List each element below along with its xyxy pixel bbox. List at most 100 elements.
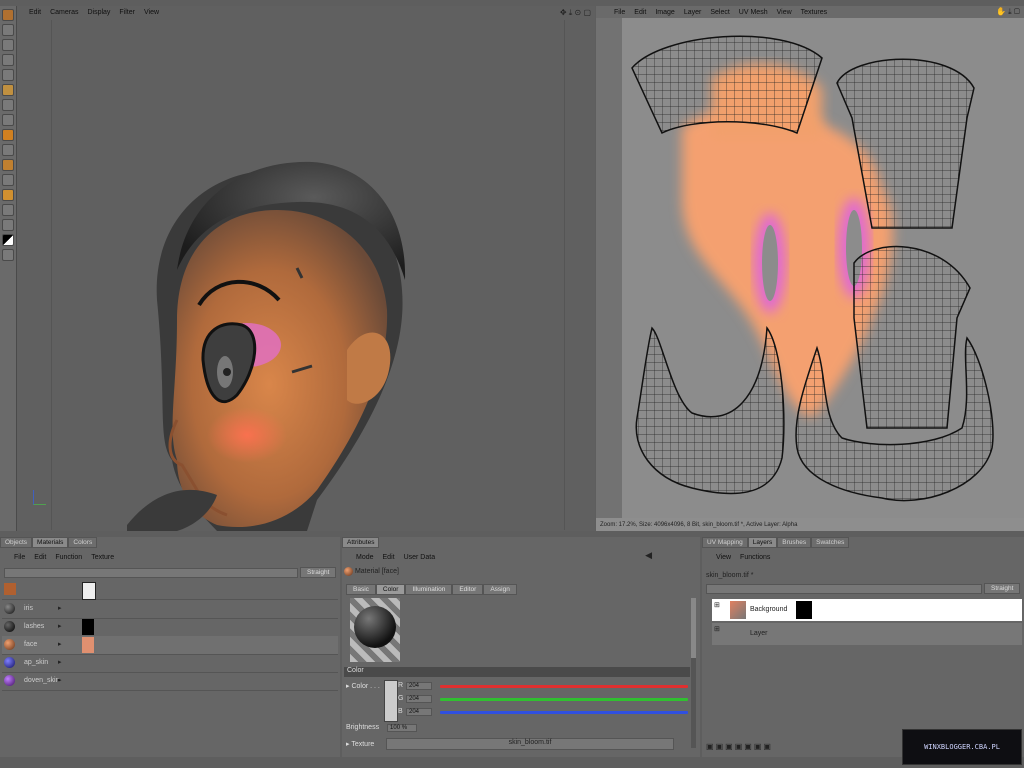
color-swatch-icon[interactable] [2, 234, 14, 246]
materials-menu-function[interactable]: Function [55, 554, 82, 561]
texture-nav-icons[interactable]: ✋ ⤓ ▢ [996, 7, 1020, 17]
brush-icon[interactable] [2, 84, 14, 96]
texture-menu-image[interactable]: Image [655, 9, 674, 16]
magnifier-icon[interactable] [2, 219, 14, 231]
subtab-illumination[interactable]: Illumination [405, 584, 453, 595]
tab-brushes[interactable]: Brushes [777, 537, 812, 548]
red-value-input[interactable]: 204 [406, 682, 432, 690]
back-arrow-icon[interactable]: ◀ [645, 550, 652, 561]
materials-mode-dropdown[interactable]: Straight [300, 567, 337, 578]
viewport-menu: Edit Cameras Display Filter View [29, 6, 159, 18]
materials-menu-file[interactable]: File [14, 554, 25, 561]
texture-menu-file[interactable]: File [614, 9, 625, 16]
viewport-menu-filter[interactable]: Filter [119, 9, 135, 16]
select-rect-icon[interactable] [2, 39, 14, 51]
fill-layer-icon[interactable]: ▣ [754, 742, 764, 751]
attributes-menu-mode[interactable]: Mode [356, 554, 374, 561]
tab-attributes[interactable]: Attributes [342, 537, 380, 548]
color-swatch[interactable] [384, 680, 398, 722]
layers-menu-functions[interactable]: Functions [740, 554, 770, 561]
folder-icon[interactable]: ▣ [716, 742, 726, 751]
green-value-input[interactable]: 204 [406, 695, 432, 703]
texture-menu-select[interactable]: Select [710, 9, 729, 16]
reset-icon[interactable] [2, 249, 14, 261]
material-header-thumb [82, 582, 96, 600]
attributes-scrollbar[interactable] [691, 598, 696, 748]
undo-tool-icon[interactable] [2, 9, 14, 21]
layer-row-layer[interactable]: ⊞ Layer [712, 623, 1022, 645]
expand-arrow-icon[interactable]: ▸ [58, 640, 62, 648]
material-row-doven-skin[interactable]: doven_skin ▸ [2, 672, 338, 691]
brightness-input[interactable]: 100 % [387, 724, 418, 732]
expand-arrow-icon[interactable]: ▸ [58, 676, 62, 684]
layer-row-background[interactable]: ⊞ Background [712, 599, 1022, 621]
smudge-icon[interactable] [2, 144, 14, 156]
layer-thumbnail [730, 601, 746, 619]
texture-menu-uvmesh[interactable]: UV Mesh [739, 9, 768, 16]
viewport-menu-cameras[interactable]: Cameras [50, 9, 78, 16]
eraser-icon[interactable] [2, 114, 14, 126]
viewport-nav-icons[interactable]: ✥ ⤓ ⊙ ▢ [560, 8, 591, 18]
texture-menu-textures[interactable]: Textures [801, 9, 827, 16]
attributes-menu-edit[interactable]: Edit [383, 554, 395, 561]
materials-slider[interactable] [4, 568, 298, 578]
material-name: iris [24, 605, 33, 612]
expand-arrow-icon[interactable]: ▸ [58, 658, 62, 666]
viewport-menu-view[interactable]: View [144, 9, 159, 16]
new-layer-icon[interactable]: ▣ [706, 742, 716, 751]
layer-visibility-icon[interactable]: ⊞ [714, 601, 720, 609]
subtab-editor[interactable]: Editor [452, 584, 484, 595]
tab-colors[interactable]: Colors [68, 537, 98, 548]
blur-icon[interactable] [2, 159, 14, 171]
material-row-iris[interactable]: iris ▸ [2, 600, 338, 619]
material-preview[interactable] [350, 598, 400, 662]
tab-swatches[interactable]: Swatches [811, 537, 850, 548]
material-row-ap-skin[interactable]: ap_skin ▸ [2, 654, 338, 673]
red-slider[interactable] [440, 685, 688, 688]
material-row-header[interactable] [2, 581, 338, 600]
layer-visibility-icon[interactable]: ⊞ [714, 625, 720, 633]
attributes-menu-userdata[interactable]: User Data [404, 554, 436, 561]
expand-arrow-icon[interactable]: ▸ [58, 622, 62, 630]
subtab-assign[interactable]: Assign [483, 584, 517, 595]
material-row-face[interactable]: face ▸ [2, 636, 338, 655]
layers-opacity-slider[interactable] [706, 584, 982, 594]
viewport-menu-display[interactable]: Display [87, 9, 110, 16]
material-texture-thumb [82, 637, 94, 653]
texture-file-field[interactable]: skin_bloom.tif [386, 738, 674, 750]
delete-layer-icon[interactable]: ▣ [763, 742, 773, 751]
stamp-icon[interactable] [2, 99, 14, 111]
materials-menu-edit[interactable]: Edit [34, 554, 46, 561]
tab-objects[interactable]: Objects [0, 537, 33, 548]
tab-materials[interactable]: Materials [32, 537, 69, 548]
uv-texture-canvas[interactable] [622, 18, 1024, 518]
eyedropper-icon[interactable] [2, 204, 14, 216]
subtab-basic[interactable]: Basic [346, 584, 376, 595]
merge-icon[interactable]: ▣ [735, 742, 745, 751]
select-live-icon[interactable] [2, 54, 14, 66]
blue-slider[interactable] [440, 711, 688, 714]
viewport-menu-edit[interactable]: Edit [29, 9, 41, 16]
burn-icon[interactable] [2, 189, 14, 201]
expand-arrow-icon[interactable]: ▸ [58, 604, 62, 612]
texture-menu-layer[interactable]: Layer [684, 9, 702, 16]
green-slider[interactable] [440, 698, 688, 701]
tab-uv-mapping[interactable]: UV Mapping [702, 537, 748, 548]
layers-mode-dropdown[interactable]: Straight [984, 583, 1021, 594]
blue-value-input[interactable]: 204 [406, 708, 432, 716]
layers-menu-view[interactable]: View [716, 554, 731, 561]
character-head-render[interactable] [17, 20, 595, 531]
move-tool-icon[interactable] [2, 24, 14, 36]
texture-menu-view[interactable]: View [777, 9, 792, 16]
dodge-icon[interactable] [2, 174, 14, 186]
tab-layers[interactable]: Layers [747, 537, 778, 548]
crop-icon[interactable] [2, 69, 14, 81]
materials-menu-texture[interactable]: Texture [91, 554, 114, 561]
subtab-color[interactable]: Color [375, 584, 406, 595]
texture-menu-edit[interactable]: Edit [634, 9, 646, 16]
material-row-lashes[interactable]: lashes ▸ [2, 618, 338, 637]
fill-icon[interactable] [2, 129, 14, 141]
mask-icon[interactable]: ▣ [725, 742, 735, 751]
material-preview-sphere [354, 606, 396, 648]
copy-layer-icon[interactable]: ▣ [744, 742, 754, 751]
